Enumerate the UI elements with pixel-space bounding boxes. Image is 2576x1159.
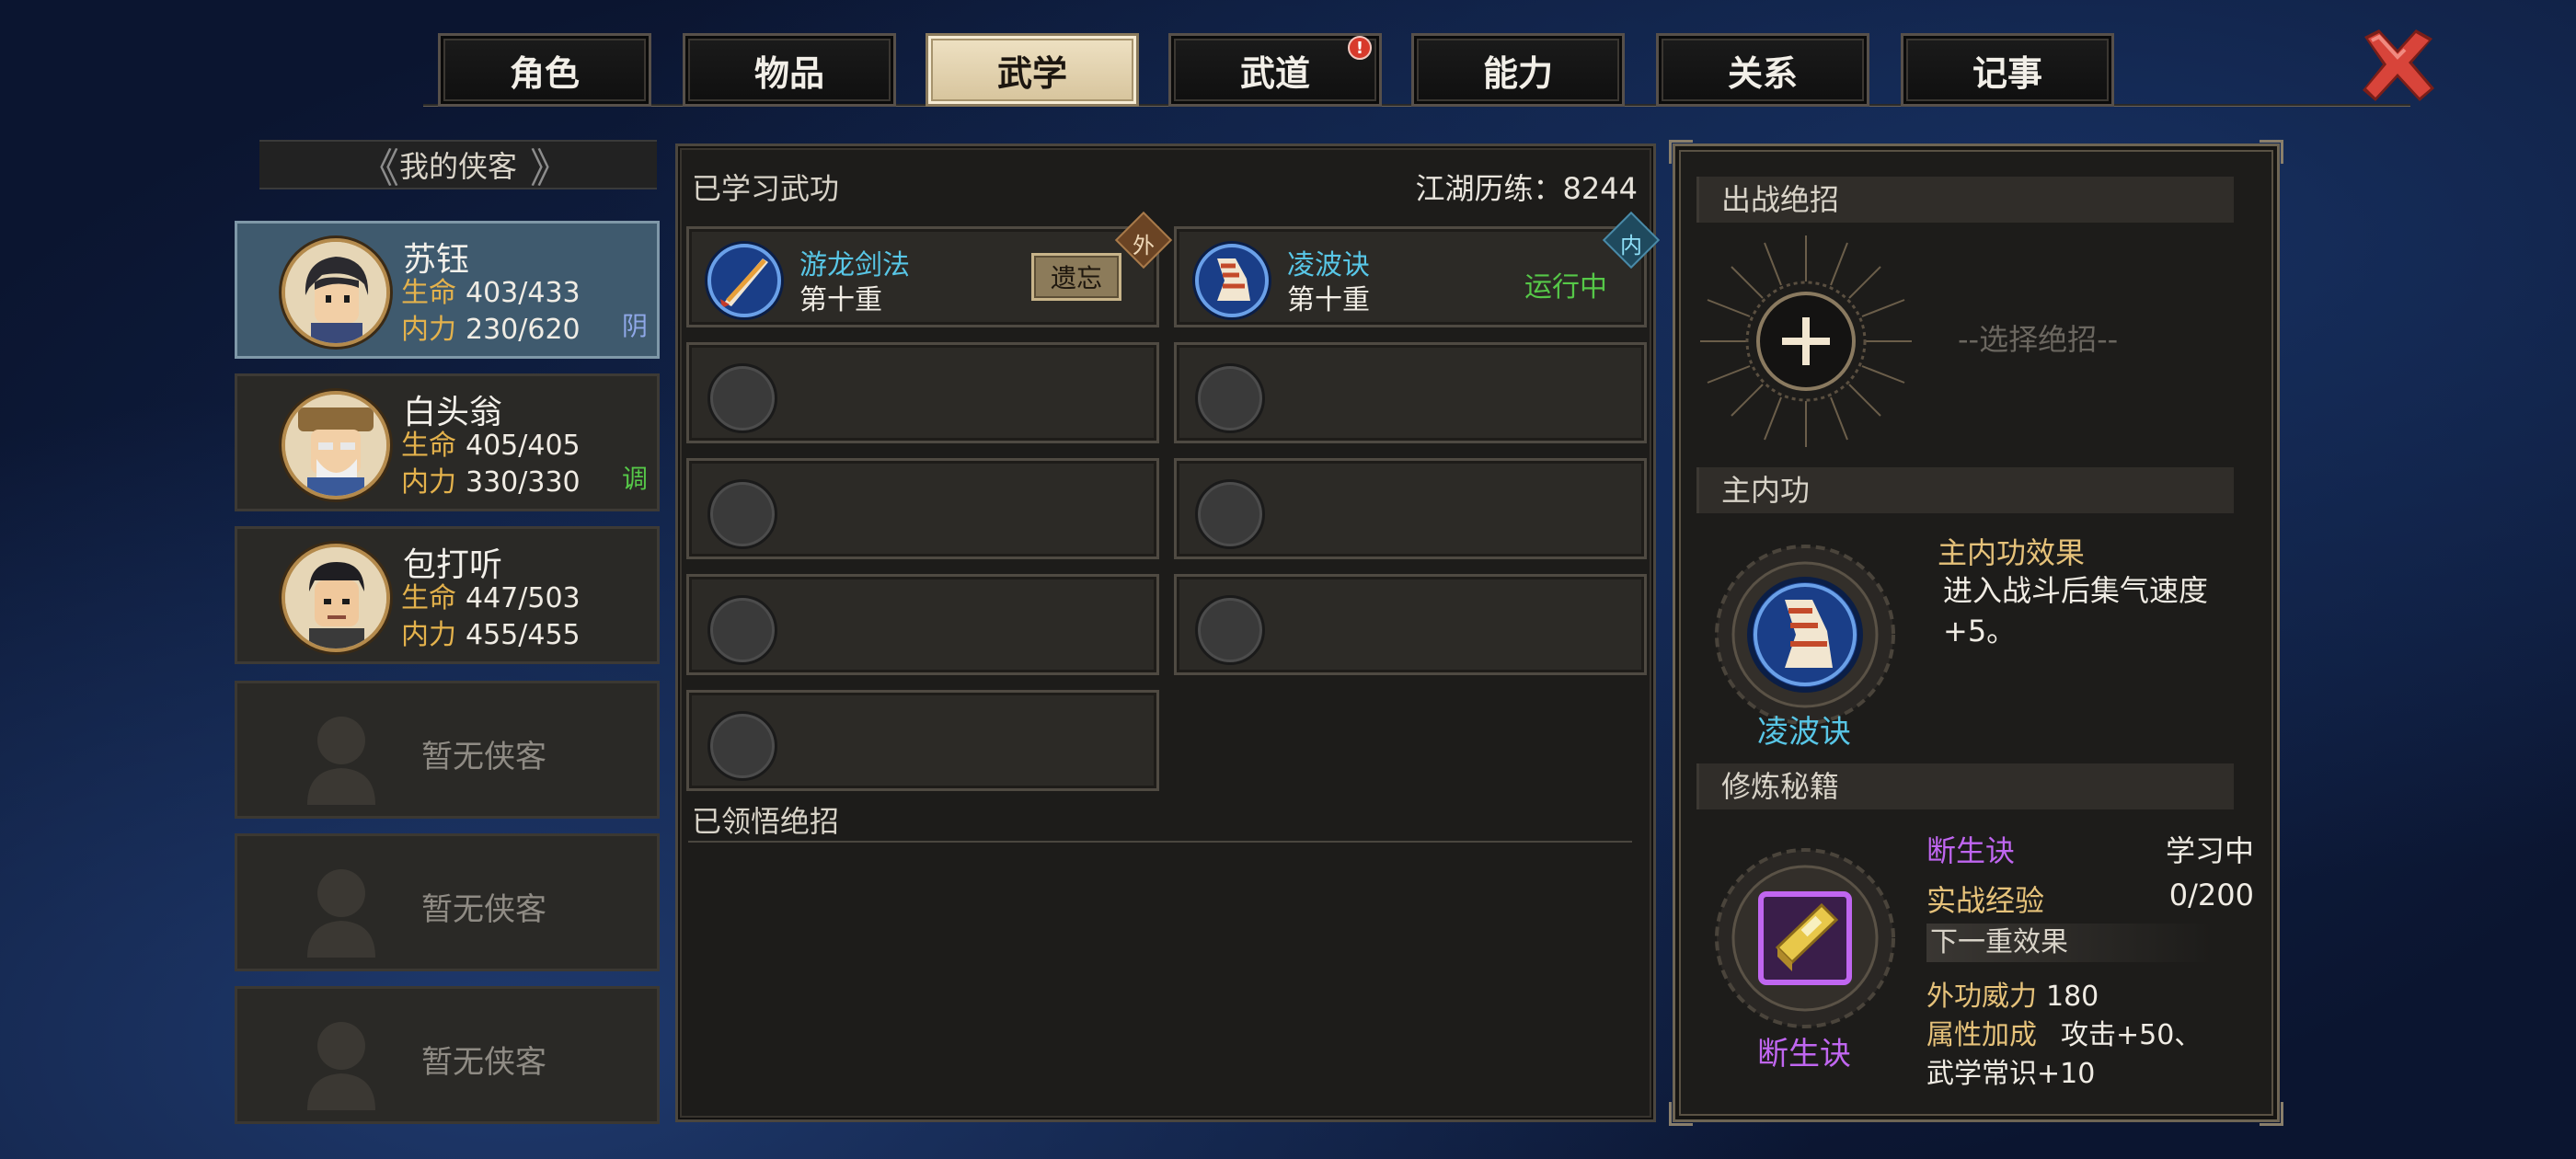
empty-roster-slot[interactable]: 暂无侠客 xyxy=(235,681,660,819)
empty-skill-slot[interactable] xyxy=(1174,458,1647,559)
chevron-right-icon: 》 xyxy=(530,145,570,192)
inner-effect-title: 主内功效果 xyxy=(1938,535,2086,570)
next-level-header: 下一重效果 xyxy=(1926,924,2212,962)
combat-experience-row: 实战经验 0/200 xyxy=(1926,878,2254,918)
frame-corner xyxy=(1669,1102,1693,1126)
running-status: 运行中 xyxy=(1524,271,1607,304)
tab-relations[interactable]: 关系 xyxy=(1656,33,1869,107)
frame-corner xyxy=(2260,140,2283,164)
ultimates-title: 已领悟绝招 xyxy=(692,804,840,839)
mp-stat: 内力 330/330 xyxy=(401,466,581,499)
empty-skill-slot[interactable] xyxy=(1174,342,1647,443)
avatar xyxy=(282,544,390,652)
manual-section-header: 修炼秘籍 xyxy=(1696,763,2234,809)
divider xyxy=(688,841,1632,843)
skill-level: 第十重 xyxy=(1287,284,1370,316)
close-button[interactable] xyxy=(2355,22,2440,107)
main-inner-skill-name: 凌波诀 xyxy=(1757,714,1851,751)
inner-effect-description: 进入战斗后集气速度+5。 xyxy=(1943,573,2209,648)
hp-stat: 生命 447/503 xyxy=(401,582,581,614)
ultimate-placeholder: --选择绝招-- xyxy=(1958,322,2119,357)
empty-skill-slot[interactable] xyxy=(686,690,1159,791)
manual-icon[interactable] xyxy=(1713,846,1897,1030)
external-power-row: 外功威力 180 xyxy=(1926,981,2099,1013)
close-icon xyxy=(2363,29,2434,101)
empty-skill-slot[interactable] xyxy=(686,458,1159,559)
hp-stat: 生命 403/433 xyxy=(401,277,581,309)
empty-slot-icon xyxy=(1195,595,1265,665)
tab-wudao[interactable]: 武道 ! xyxy=(1168,33,1382,107)
learned-skills-title: 已学习武功 xyxy=(692,171,840,206)
chevron-left-icon: 《 xyxy=(358,145,399,192)
inner-attribute-tag: 调 xyxy=(621,464,648,494)
main-inner-skill-icon[interactable] xyxy=(1713,543,1897,727)
frame-corner xyxy=(2260,1102,2283,1126)
roster-card-baodating[interactable]: 包打听 生命 447/503 内力 455/455 xyxy=(235,526,660,664)
empty-slot-icon xyxy=(707,479,777,549)
roster-card-suyu[interactable]: 苏钰 生命 403/433 内力 230/620 阴 xyxy=(235,221,660,359)
skill-slot-lingbo[interactable]: 凌波诀 第十重 运行中 内 xyxy=(1174,211,1661,327)
mp-stat: 内力 455/455 xyxy=(401,619,581,651)
empty-slot-icon xyxy=(1195,479,1265,549)
skill-level: 第十重 xyxy=(799,284,882,316)
empty-roster-slot[interactable]: 暂无侠客 xyxy=(235,833,660,971)
empty-slot-icon xyxy=(1195,363,1265,433)
manual-title-row: 断生诀 学习中 xyxy=(1926,833,2254,868)
ultimate-section-header: 出战绝招 xyxy=(1696,177,2234,223)
avatar xyxy=(282,238,390,347)
inner-attribute-tag: 阴 xyxy=(621,311,648,341)
select-ultimate-button[interactable] xyxy=(1691,226,1921,456)
tab-items[interactable]: 物品 xyxy=(683,33,896,107)
hp-stat: 生命 405/405 xyxy=(401,430,581,462)
tab-martial-arts[interactable]: 武学 xyxy=(926,33,1139,107)
tab-journal[interactable]: 记事 xyxy=(1901,33,2114,107)
add-icon xyxy=(1700,235,1912,447)
mp-stat: 内力 230/620 xyxy=(401,314,581,346)
empty-skill-slot[interactable] xyxy=(686,342,1159,443)
frame-corner xyxy=(1669,140,1693,164)
empty-slot-icon xyxy=(707,711,777,781)
roster-header: 《 我的侠客 》 xyxy=(259,140,657,192)
forget-button[interactable]: 遗忘 xyxy=(1031,253,1121,301)
tab-abilities[interactable]: 能力 xyxy=(1411,33,1625,107)
empty-roster-slot[interactable]: 暂无侠客 xyxy=(235,986,660,1124)
attribute-bonus-row: 属性加成 攻击+50、 xyxy=(1926,1019,2202,1051)
book-icon xyxy=(1715,848,1895,1028)
empty-slot-icon xyxy=(707,595,777,665)
empty-slot-icon xyxy=(707,363,777,433)
boot-icon xyxy=(1195,244,1269,317)
notification-badge: ! xyxy=(1348,36,1372,60)
tab-character[interactable]: 角色 xyxy=(438,33,651,107)
manual-name-label: 断生诀 xyxy=(1757,1036,1851,1073)
skill-slot-youlong[interactable]: 游龙剑法 第十重 遗忘 外 xyxy=(686,211,1173,327)
roster-card-baitouweng[interactable]: 白头翁 生命 405/405 内力 330/330 调 xyxy=(235,373,660,511)
empty-skill-slot[interactable] xyxy=(686,574,1159,675)
jianghu-experience: 江湖历练：8244 xyxy=(1415,171,1638,206)
sword-icon xyxy=(707,244,781,317)
avatar xyxy=(282,391,390,499)
inner-section-header: 主内功 xyxy=(1696,467,2234,513)
attribute-bonus-row-2: 武学常识+10 xyxy=(1926,1058,2096,1090)
boot-icon xyxy=(1715,545,1895,725)
empty-skill-slot[interactable] xyxy=(1174,574,1647,675)
